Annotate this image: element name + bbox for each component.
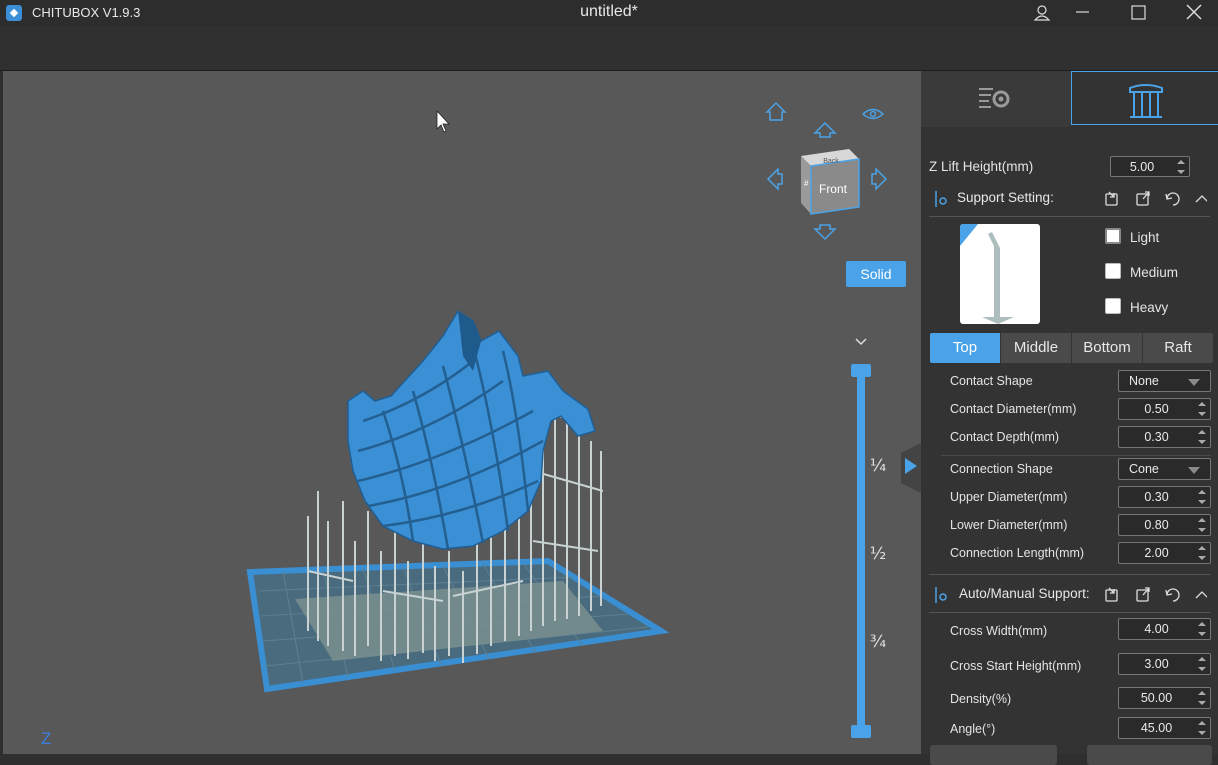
user-icon bbox=[1033, 5, 1051, 21]
cross-width-input[interactable]: 4.00 bbox=[1118, 618, 1211, 640]
cross-start-height-input[interactable]: 3.00 bbox=[1118, 653, 1211, 675]
reset-support-icon[interactable] bbox=[1165, 588, 1180, 602]
slider-mark-half: ½ bbox=[870, 544, 886, 564]
light-checkbox[interactable] bbox=[1105, 228, 1121, 244]
contact-shape-label: Contact Shape bbox=[950, 374, 1033, 388]
slider-mark-quarter: ¼ bbox=[870, 456, 886, 476]
cube-top-label: Back bbox=[823, 158, 839, 165]
contact-diameter-input[interactable]: 0.50 bbox=[1118, 398, 1211, 420]
collapse-section-icon[interactable] bbox=[1195, 195, 1207, 203]
home-view-icon[interactable] bbox=[765, 101, 787, 121]
angle-label: Angle(°) bbox=[950, 722, 996, 736]
contact-diameter-label: Contact Diameter(mm) bbox=[950, 402, 1077, 416]
connection-shape-label: Connection Shape bbox=[950, 462, 1053, 476]
layer-slider-bottom-handle[interactable] bbox=[851, 725, 871, 738]
support-setting-icon bbox=[935, 191, 947, 207]
minimize-icon bbox=[1076, 11, 1089, 13]
navigation-cube[interactable]: Back # Front bbox=[801, 149, 860, 215]
support-preview-image bbox=[960, 224, 1040, 324]
support-tab[interactable] bbox=[1071, 71, 1218, 125]
density-input[interactable]: 50.00 bbox=[1118, 687, 1211, 709]
solid-view-button[interactable]: Solid bbox=[846, 261, 906, 287]
cube-left-label: # bbox=[804, 179, 809, 188]
medium-checkbox[interactable] bbox=[1105, 263, 1121, 279]
cube-front-label: Front bbox=[819, 182, 848, 196]
connection-shape-select[interactable]: Cone bbox=[1118, 458, 1211, 480]
connection-length-label: Connection Length(mm) bbox=[950, 546, 1085, 560]
tab-middle[interactable]: Middle bbox=[1001, 333, 1071, 363]
auto-manual-support-title: Auto/Manual Support: bbox=[959, 586, 1090, 601]
3d-viewport[interactable]: Back # Front ¼ ½ ¾ Z Solid bbox=[3, 71, 921, 754]
mouse-cursor-icon bbox=[436, 109, 450, 133]
toolbar bbox=[0, 26, 1218, 71]
lower-diameter-label: Lower Diameter(mm) bbox=[950, 518, 1068, 532]
z-lift-input[interactable]: 5.00 bbox=[1110, 156, 1190, 177]
angle-input[interactable]: 45.00 bbox=[1118, 717, 1211, 739]
rotate-up-arrow-icon[interactable] bbox=[813, 121, 837, 138]
close-button[interactable] bbox=[1174, 0, 1214, 26]
tab-bottom[interactable]: Bottom bbox=[1072, 333, 1142, 363]
cross-start-height-label: Cross Start Height(mm) bbox=[950, 659, 1082, 673]
manual-support-button[interactable] bbox=[1087, 745, 1212, 765]
settings-tab[interactable] bbox=[921, 71, 1071, 127]
contact-depth-label: Contact Depth(mm) bbox=[950, 430, 1060, 444]
auto-support-button[interactable] bbox=[930, 745, 1057, 765]
reset-settings-icon[interactable] bbox=[1165, 192, 1180, 206]
cross-width-label: Cross Width(mm) bbox=[950, 624, 1048, 638]
slider-collapse-chevron-icon[interactable] bbox=[855, 338, 867, 346]
contact-depth-input[interactable]: 0.30 bbox=[1118, 426, 1211, 448]
title-bar: CHITUBOX V1.9.3 untitled* bbox=[0, 0, 1218, 26]
maximize-button[interactable] bbox=[1118, 0, 1158, 26]
heavy-label: Heavy bbox=[1130, 300, 1169, 315]
export-settings-icon[interactable] bbox=[1136, 191, 1150, 206]
layer-slider-track[interactable] bbox=[857, 371, 865, 733]
light-label: Light bbox=[1130, 230, 1160, 245]
rotate-down-arrow-icon[interactable] bbox=[813, 224, 837, 241]
z-lift-label: Z Lift Height(mm) bbox=[929, 159, 1034, 174]
upper-diameter-input[interactable]: 0.30 bbox=[1118, 486, 1211, 508]
tab-top[interactable]: Top bbox=[930, 333, 1000, 363]
eye-view-icon[interactable] bbox=[861, 108, 885, 120]
auto-manual-support-icon bbox=[935, 587, 947, 603]
rotate-left-arrow-icon[interactable] bbox=[766, 167, 783, 191]
tab-raft[interactable]: Raft bbox=[1143, 333, 1213, 363]
export-support-icon[interactable] bbox=[1136, 587, 1150, 602]
minimize-button[interactable] bbox=[1062, 0, 1102, 26]
medium-label: Medium bbox=[1130, 265, 1179, 280]
lower-diameter-input[interactable]: 0.80 bbox=[1118, 514, 1211, 536]
upper-diameter-label: Upper Diameter(mm) bbox=[950, 490, 1068, 504]
support-setting-title: Support Setting: bbox=[957, 190, 1054, 205]
slider-mark-three-quarter: ¾ bbox=[870, 632, 886, 652]
support-pillar-icon bbox=[1129, 84, 1163, 118]
z-axis-label: Z bbox=[41, 729, 51, 748]
import-settings-icon[interactable] bbox=[1105, 191, 1118, 206]
layer-slider-top-handle[interactable] bbox=[851, 364, 871, 377]
contact-shape-select[interactable]: None bbox=[1118, 370, 1211, 392]
close-icon bbox=[1186, 4, 1202, 20]
collapse-auto-section-icon[interactable] bbox=[1195, 591, 1207, 599]
heavy-checkbox[interactable] bbox=[1105, 298, 1121, 314]
import-support-icon[interactable] bbox=[1105, 587, 1118, 602]
density-label: Density(%) bbox=[950, 692, 1012, 706]
connection-length-input[interactable]: 2.00 bbox=[1118, 542, 1211, 564]
scene-canvas[interactable]: Back # Front ¼ ½ ¾ Z bbox=[3, 71, 921, 754]
settings-list-icon bbox=[979, 88, 1010, 108]
user-account-button[interactable] bbox=[1022, 0, 1062, 26]
right-panel: Z Lift Height(mm) 5.00 Support Setting: … bbox=[921, 71, 1218, 765]
maximize-icon bbox=[1131, 5, 1146, 20]
rotate-right-arrow-icon[interactable] bbox=[871, 167, 888, 191]
